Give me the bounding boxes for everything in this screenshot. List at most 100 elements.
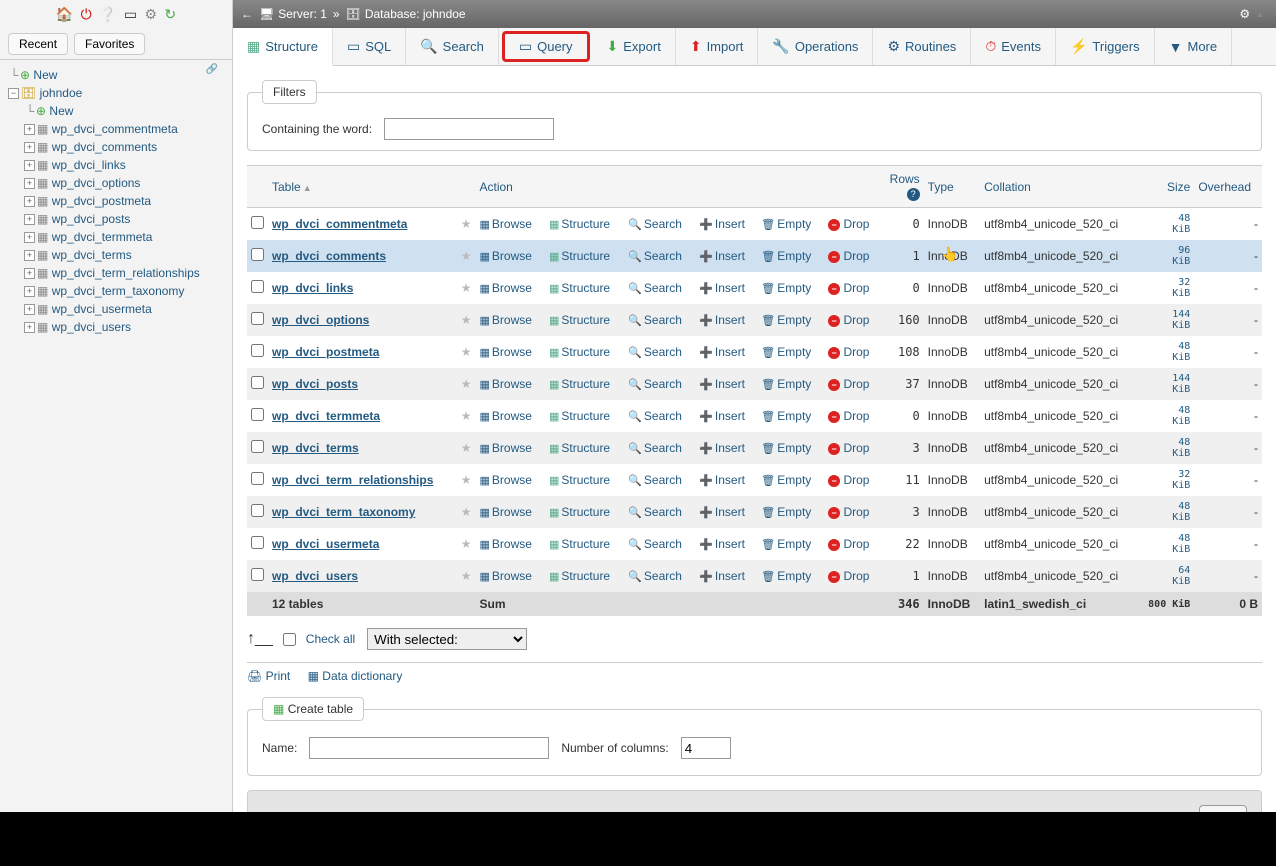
search-link[interactable]: 🔍Search (628, 441, 682, 455)
tab-search[interactable]: 🔍Search (406, 28, 499, 65)
tree-table[interactable]: +▦ wp_dvci_postmeta (24, 192, 228, 210)
go-button[interactable]: Go (1199, 805, 1247, 812)
structure-link[interactable]: ▦Structure (549, 505, 610, 519)
table-name-link[interactable]: wp_dvci_comments (272, 249, 386, 263)
create-cols-input[interactable] (681, 737, 731, 759)
drop-link[interactable]: − Drop (828, 249, 869, 263)
tab-more[interactable]: ▼More (1155, 28, 1232, 65)
col-overhead[interactable]: Overhead (1194, 166, 1262, 208)
star-icon[interactable]: ★ (461, 313, 472, 327)
table-name-link[interactable]: wp_dvci_options (272, 313, 369, 327)
table-name-link[interactable]: wp_dvci_usermeta (272, 537, 379, 551)
tree-table[interactable]: +▦ wp_dvci_termmeta (24, 228, 228, 246)
tab-sql[interactable]: ▭SQL (333, 28, 406, 65)
row-checkbox[interactable] (251, 440, 264, 453)
row-checkbox[interactable] (251, 472, 264, 485)
star-icon[interactable]: ★ (461, 345, 472, 359)
tree-db-new[interactable]: └⊕ New (24, 102, 228, 120)
drop-link[interactable]: − Drop (828, 505, 869, 519)
data-dictionary-link[interactable]: ▦ Data dictionary (308, 669, 403, 683)
star-icon[interactable]: ★ (461, 569, 472, 583)
browse-link[interactable]: ▦Browse (479, 377, 531, 391)
empty-link[interactable]: 🗑Empty (761, 569, 811, 583)
star-icon[interactable]: ★ (461, 505, 472, 519)
structure-link[interactable]: ▦Structure (549, 409, 610, 423)
docs-icon[interactable]: ❔ (99, 6, 116, 22)
table-name-link[interactable]: wp_dvci_commentmeta (272, 217, 407, 231)
browse-link[interactable]: ▦Browse (479, 473, 531, 487)
empty-link[interactable]: 🗑Empty (761, 473, 811, 487)
tree-new-root[interactable]: └⊕ New (8, 66, 228, 84)
row-checkbox[interactable] (251, 312, 264, 325)
search-link[interactable]: 🔍Search (628, 313, 682, 327)
drop-link[interactable]: − Drop (828, 409, 869, 423)
col-collation[interactable]: Collation (980, 166, 1138, 208)
empty-link[interactable]: 🗑Empty (761, 345, 811, 359)
tree-db[interactable]: −🗄 johndoe (8, 84, 228, 102)
empty-link[interactable]: 🗑Empty (761, 377, 811, 391)
star-icon[interactable]: ★ (461, 409, 472, 423)
structure-link[interactable]: ▦Structure (549, 537, 610, 551)
breadcrumb-server[interactable]: Server: 1 (278, 7, 327, 21)
row-checkbox[interactable] (251, 504, 264, 517)
structure-link[interactable]: ▦Structure (549, 249, 610, 263)
col-rows[interactable]: Rows? (881, 166, 923, 208)
reload-icon[interactable]: ↻ (164, 6, 176, 22)
search-link[interactable]: 🔍Search (628, 473, 682, 487)
row-checkbox[interactable] (251, 376, 264, 389)
table-name-link[interactable]: wp_dvci_terms (272, 441, 359, 455)
table-name-link[interactable]: wp_dvci_term_taxonomy (272, 505, 415, 519)
table-name-link[interactable]: wp_dvci_term_relationships (272, 473, 433, 487)
tab-events[interactable]: ⏱Events (971, 28, 1056, 65)
insert-link[interactable]: ➕Insert (699, 249, 745, 263)
browse-link[interactable]: ▦Browse (479, 409, 531, 423)
tree-table[interactable]: +▦ wp_dvci_links (24, 156, 228, 174)
structure-link[interactable]: ▦Structure (549, 569, 610, 583)
tree-table[interactable]: +▦ wp_dvci_posts (24, 210, 228, 228)
empty-link[interactable]: 🗑Empty (761, 313, 811, 327)
tree-table[interactable]: +▦ wp_dvci_options (24, 174, 228, 192)
structure-link[interactable]: ▦Structure (549, 377, 610, 391)
browse-link[interactable]: ▦Browse (479, 441, 531, 455)
structure-link[interactable]: ▦Structure (549, 217, 610, 231)
drop-link[interactable]: − Drop (828, 281, 869, 295)
star-icon[interactable]: ★ (461, 249, 472, 263)
search-link[interactable]: 🔍Search (628, 377, 682, 391)
tree-table[interactable]: +▦ wp_dvci_commentmeta (24, 120, 228, 138)
star-icon[interactable]: ★ (461, 441, 472, 455)
create-name-input[interactable] (309, 737, 549, 759)
drop-link[interactable]: − Drop (828, 217, 869, 231)
insert-link[interactable]: ➕Insert (699, 313, 745, 327)
logout-icon[interactable]: ⏻ (81, 6, 92, 22)
search-link[interactable]: 🔍Search (628, 505, 682, 519)
drop-link[interactable]: − Drop (828, 473, 869, 487)
browse-link[interactable]: ▦Browse (479, 345, 531, 359)
breadcrumb-database[interactable]: Database: johndoe (365, 7, 466, 21)
table-name-link[interactable]: wp_dvci_posts (272, 377, 358, 391)
tab-query[interactable]: ▭Query (502, 31, 590, 62)
structure-link[interactable]: ▦Structure (549, 313, 610, 327)
insert-link[interactable]: ➕Insert (699, 281, 745, 295)
nav-back-icon[interactable]: ← (241, 7, 253, 21)
empty-link[interactable]: 🗑Empty (761, 249, 811, 263)
table-name-link[interactable]: wp_dvci_links (272, 281, 353, 295)
search-link[interactable]: 🔍Search (628, 217, 682, 231)
star-icon[interactable]: ★ (461, 281, 472, 295)
empty-link[interactable]: 🗑Empty (761, 217, 811, 231)
row-checkbox[interactable] (251, 344, 264, 357)
tab-import[interactable]: ⬆Import (676, 28, 759, 65)
insert-link[interactable]: ➕Insert (699, 217, 745, 231)
insert-link[interactable]: ➕Insert (699, 441, 745, 455)
tab-export[interactable]: ⬇Export (593, 28, 676, 65)
tree-table[interactable]: +▦ wp_dvci_term_relationships (24, 264, 228, 282)
browse-link[interactable]: ▦Browse (479, 313, 531, 327)
collapse-icon[interactable]: ▲ (1256, 10, 1264, 19)
drop-link[interactable]: − Drop (828, 377, 869, 391)
structure-link[interactable]: ▦Structure (549, 345, 610, 359)
search-link[interactable]: 🔍Search (628, 537, 682, 551)
star-icon[interactable]: ★ (461, 473, 472, 487)
table-name-link[interactable]: wp_dvci_postmeta (272, 345, 379, 359)
tree-table[interactable]: +▦ wp_dvci_users (24, 318, 228, 336)
check-all-checkbox[interactable] (283, 633, 296, 646)
page-settings-icon[interactable]: ⚙ (1239, 7, 1250, 21)
